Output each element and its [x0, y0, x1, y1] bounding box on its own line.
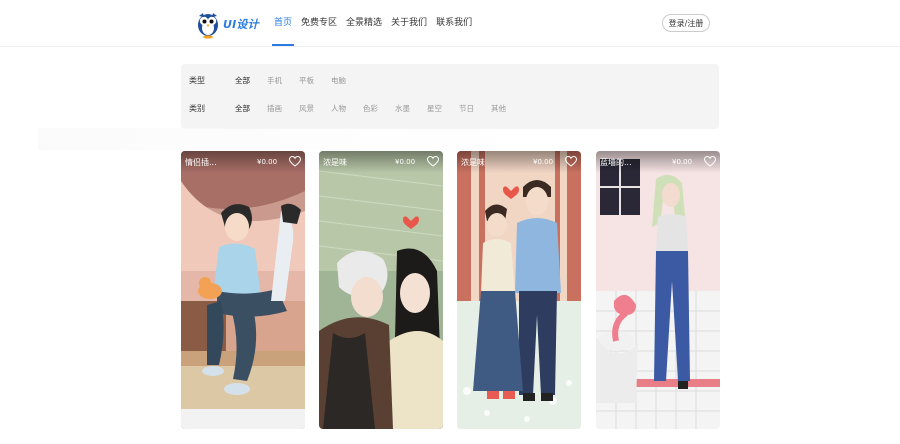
card-price: ¥0.00 [257, 158, 278, 166]
wallpaper-card[interactable]: 蓝墙的... ¥0.00 [596, 151, 720, 429]
card-title: 蓝墙的... [600, 158, 632, 167]
filter-option[interactable]: 手机 [267, 75, 282, 86]
illustration-standing-couple [457, 151, 581, 429]
illustration-couple-with-cat [181, 151, 305, 429]
nav-free-zone[interactable]: 免费专区 [301, 0, 337, 46]
filter-option[interactable]: 人物 [331, 103, 346, 114]
card-price: ¥0.00 [672, 158, 693, 166]
site-logo[interactable]: UI设计 [196, 8, 266, 40]
heart-outline-icon[interactable] [704, 156, 716, 167]
nav-home[interactable]: 首页 [271, 0, 295, 46]
card-price: ¥0.00 [395, 158, 416, 166]
filter-option[interactable]: 全部 [235, 75, 250, 86]
illustration-elderly-couple [319, 151, 443, 429]
top-navbar: UI设计 首页 免费专区 全景精选 关于我们 联系我们 登录/注册 [0, 0, 900, 47]
illustration-girl-with-flamingo [596, 151, 720, 429]
wallpaper-card[interactable]: 浓是味 ¥0.00 [457, 151, 581, 429]
filter-option[interactable]: 电脑 [331, 75, 346, 86]
filter-option[interactable]: 全部 [235, 103, 250, 114]
logo-text: UI设计 [223, 18, 259, 31]
filter-option[interactable]: 色彩 [363, 103, 378, 114]
filter-option[interactable]: 平板 [299, 75, 314, 86]
filter-panel: 类型 全部 手机 平板 电脑 类别 全部 插画 风景 人物 色彩 水墨 星空 节… [181, 64, 719, 129]
filter-option[interactable]: 水墨 [395, 103, 410, 114]
card-price: ¥0.00 [533, 158, 554, 166]
nav-panorama[interactable]: 全景精选 [346, 0, 382, 46]
card-title: 情侣插... [185, 158, 217, 167]
card-title: 浓是味 [323, 158, 347, 167]
filter-option[interactable]: 风景 [299, 103, 314, 114]
nav-contact[interactable]: 联系我们 [436, 0, 472, 46]
wallpaper-card[interactable]: 情侣插... ¥0.00 [181, 151, 305, 429]
login-register-button[interactable]: 登录/注册 [662, 14, 710, 32]
heart-outline-icon[interactable] [565, 156, 577, 167]
filter-label-category: 类别 [189, 103, 205, 113]
nav-about[interactable]: 关于我们 [391, 0, 427, 46]
heart-outline-icon[interactable] [427, 156, 439, 167]
filter-option[interactable]: 其他 [491, 103, 506, 114]
main-nav: 首页 免费专区 全景精选 关于我们 联系我们 [271, 0, 481, 46]
filter-option[interactable]: 节日 [459, 103, 474, 114]
wallpaper-card[interactable]: 浓是味 ¥0.00 [319, 151, 443, 429]
owl-mascot-icon [198, 13, 218, 39]
filter-label-type: 类型 [189, 75, 205, 85]
heart-outline-icon[interactable] [289, 156, 301, 167]
filter-option[interactable]: 插画 [267, 103, 282, 114]
filter-option[interactable]: 星空 [427, 103, 442, 114]
faded-overlay [38, 128, 533, 150]
card-title: 浓是味 [461, 158, 485, 167]
